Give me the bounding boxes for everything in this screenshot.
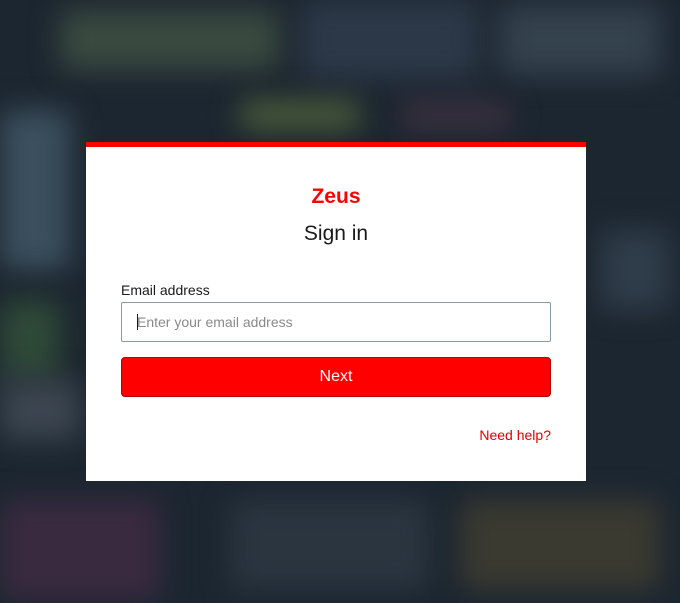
- page-title: Sign in: [303, 222, 369, 245]
- brand-logo: Zeus: [311, 185, 361, 208]
- email-label: Email address: [121, 282, 210, 298]
- email-field[interactable]: [121, 302, 551, 342]
- sign-in-dialog: Zeus Sign in Email address Next Need hel…: [86, 142, 586, 481]
- need-help-link[interactable]: Need help?: [479, 427, 551, 443]
- text-caret: [137, 314, 138, 330]
- next-button[interactable]: Next: [121, 357, 551, 397]
